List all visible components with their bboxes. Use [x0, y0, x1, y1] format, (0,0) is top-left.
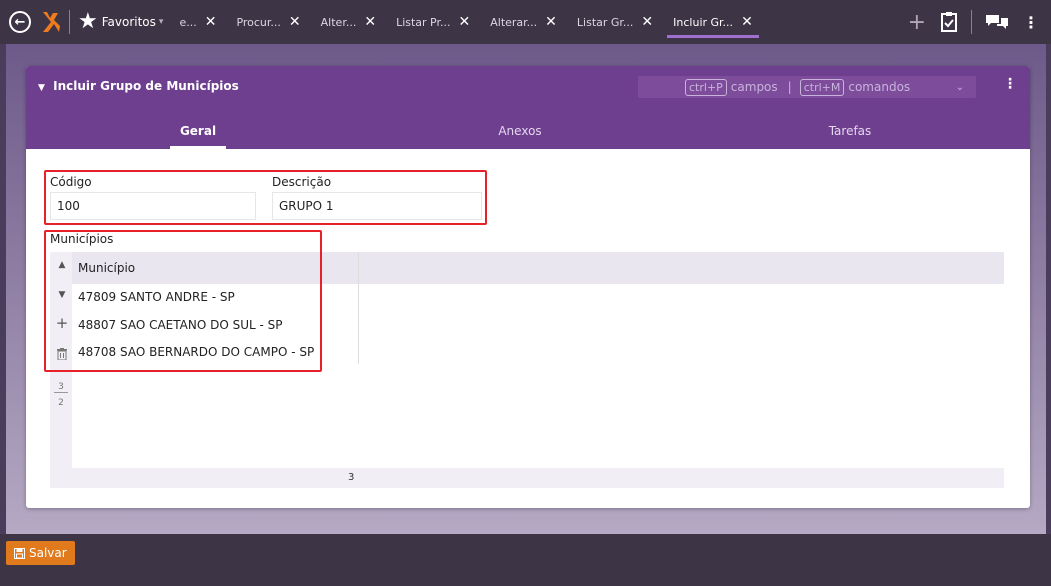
panel-title-text: Incluir Grupo de Municípios [53, 79, 239, 93]
column-header-municipio[interactable]: Município [78, 261, 135, 275]
trash-icon[interactable] [54, 348, 70, 363]
add-row-icon[interactable]: + [54, 314, 70, 332]
shortcut-fields-label: campos [730, 80, 778, 94]
chat-bubbles-icon[interactable] [985, 13, 1009, 31]
tab-label: Alterar... [490, 15, 538, 29]
tab-geral[interactable]: Geral [170, 121, 226, 149]
divider [69, 10, 70, 34]
panel-header: ▼ Incluir Grupo de Municípios ctrl+P cam… [26, 66, 1030, 149]
close-icon[interactable]: ✕ [205, 14, 217, 30]
shortcut-commands-key: ctrl+M [799, 78, 845, 96]
favorites-label: Favoritos [101, 15, 156, 29]
save-button-label: Salvar [29, 546, 67, 560]
column-separator [358, 284, 359, 364]
topbar-actions: + ⋮ [901, 0, 1051, 44]
codigo-label: Código [50, 175, 92, 189]
table-row[interactable]: 48807 SAO CAETANO DO SUL - SP [78, 318, 283, 332]
clipboard-check-icon[interactable] [940, 11, 958, 33]
panel-kebab-icon[interactable]: ⋮ [1003, 76, 1017, 92]
table-row[interactable]: 47809 SANTO ANDRE - SP [78, 290, 235, 304]
tab-label: Incluir Gr... [673, 15, 734, 29]
shortcut-commands-label: comandos [848, 80, 911, 94]
form-panel: ▼ Incluir Grupo de Municípios ctrl+P cam… [26, 66, 1030, 508]
tab-anexos[interactable]: Anexos [490, 121, 550, 149]
pager-total: 3 [54, 382, 68, 393]
top-tab-bar: ← ★ Favoritos ▾ e... ✕ Procur... ✕ Alter… [0, 0, 1051, 44]
panel-title[interactable]: ▼ Incluir Grupo de Municípios [38, 79, 239, 93]
grid-body: 47809 SANTO ANDRE - SP 48807 SAO CAETANO… [72, 284, 1004, 468]
pipe-separator: | [787, 80, 792, 94]
tab-label: e... [179, 15, 197, 29]
tab-1[interactable]: Procur... ✕ [226, 0, 310, 44]
shortcut-fields-key: ctrl+P [685, 78, 727, 96]
plus-icon[interactable]: + [908, 10, 926, 35]
pager-current: 2 [58, 398, 64, 408]
grid-footer: 3 [72, 468, 1004, 488]
tab-label: Listar Gr... [576, 15, 634, 29]
tab-tarefas[interactable]: Tarefas [820, 121, 880, 149]
tab-label: Procur... [236, 15, 281, 29]
bottom-action-bar: Salvar [0, 534, 1051, 586]
close-icon[interactable]: ✕ [641, 14, 653, 30]
tab-label: Listar Pr... [396, 15, 451, 29]
chevron-down-icon[interactable]: ⌄ [956, 82, 964, 93]
municipios-grid: ▲ ▼ + 3 2 Município 47809 SANTO ANDRE - … [50, 252, 1004, 488]
collapse-triangle-icon: ▼ [38, 83, 45, 93]
column-separator [358, 252, 359, 284]
command-search[interactable]: ctrl+P campos | ctrl+M comandos ⌄ [638, 76, 976, 98]
floppy-disk-icon [14, 547, 25, 559]
divider [971, 10, 972, 34]
tab-6-active[interactable]: Incluir Gr... ✕ [663, 0, 763, 44]
kebab-menu-icon[interactable]: ⋮ [1023, 13, 1039, 32]
tab-3[interactable]: Listar Pr... ✕ [386, 0, 480, 44]
descricao-label: Descrição [272, 175, 332, 189]
caret-down-icon: ▾ [158, 17, 164, 27]
close-icon[interactable]: ✕ [459, 14, 471, 30]
row-count: 3 [348, 472, 355, 483]
tab-5[interactable]: Listar Gr... ✕ [567, 0, 663, 44]
sort-up-icon[interactable]: ▲ [54, 260, 70, 270]
tab-4[interactable]: Alterar... ✕ [480, 0, 567, 44]
app-logo [39, 10, 61, 34]
back-arrow-icon[interactable]: ← [9, 11, 31, 33]
grid-header: Município [72, 252, 1004, 284]
tab-2[interactable]: Alter... ✕ [311, 0, 386, 44]
codigo-input[interactable] [50, 192, 256, 220]
workspace: ▼ Incluir Grupo de Municípios ctrl+P cam… [6, 44, 1046, 534]
descricao-input[interactable] [272, 192, 482, 220]
close-icon[interactable]: ✕ [545, 14, 557, 30]
sort-down-icon[interactable]: ▼ [54, 290, 70, 300]
table-row[interactable]: 48708 SAO BERNARDO DO CAMPO - SP [78, 345, 314, 359]
star-icon: ★ [78, 9, 98, 34]
tab-label: Alter... [320, 15, 357, 29]
tab-0[interactable]: e... ✕ [169, 0, 226, 44]
municipios-label: Municípios [50, 232, 114, 246]
save-button[interactable]: Salvar [6, 541, 75, 565]
favorites-menu[interactable]: ★ Favoritos ▾ [78, 11, 163, 33]
close-icon[interactable]: ✕ [364, 14, 376, 30]
close-icon[interactable]: ✕ [289, 14, 301, 30]
close-icon[interactable]: ✕ [741, 14, 753, 30]
panel-tabs: Geral Anexos Tarefas [26, 121, 1030, 149]
